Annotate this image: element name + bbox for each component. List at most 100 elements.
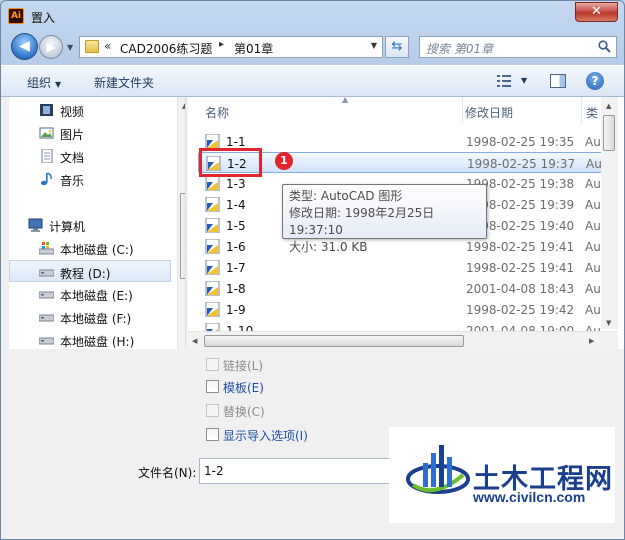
- autocad-file-icon: [205, 218, 220, 233]
- file-date: 1998-02-25 19:35: [466, 135, 575, 149]
- sidebar-item-label: 本地磁盘 (C:): [60, 243, 134, 257]
- file-name: 1-4: [226, 198, 246, 212]
- tooltip-size: 大小: 31.0 KB: [289, 240, 368, 254]
- help-icon[interactable]: ?: [586, 72, 604, 90]
- file-type: Au: [585, 198, 601, 212]
- forward-button[interactable]: ▶: [39, 35, 63, 59]
- file-list-hscrollbar[interactable]: ◀ ▶: [188, 331, 618, 349]
- address-overflow-chevron[interactable]: «: [104, 39, 111, 53]
- new-folder-button[interactable]: 新建文件夹: [94, 74, 154, 91]
- link-label: 链接(L): [223, 359, 264, 373]
- file-type: Au: [585, 303, 601, 317]
- civilcn-logo-icon: [406, 445, 470, 494]
- file-type: Au: [585, 177, 601, 191]
- window-title: 置入: [31, 11, 56, 25]
- checkbox-box[interactable]: [206, 404, 219, 417]
- checkbox-box[interactable]: [206, 358, 219, 371]
- filename-input[interactable]: 1-2: [199, 458, 391, 484]
- replace-label: 替换(C): [223, 405, 265, 419]
- sidebar-item-label: 本地磁盘 (F:): [60, 312, 132, 326]
- drive-icon: [39, 291, 54, 299]
- sidebar-item-documents[interactable]: 文档: [9, 145, 171, 167]
- autocad-file-icon: [205, 239, 220, 254]
- scroll-down-icon[interactable]: ▼: [606, 319, 611, 327]
- search-input[interactable]: 搜索 第01章: [419, 36, 617, 58]
- sidebar-item-videos[interactable]: 视频: [9, 99, 171, 121]
- sidebar-item-label: 音乐: [60, 174, 85, 188]
- template-label: 模板(E): [223, 381, 264, 395]
- recent-locations-dropdown[interactable]: ▼: [67, 43, 73, 52]
- sidebar-item-drive-d[interactable]: 教程 (D:): [9, 260, 171, 282]
- navigation-scrollbar[interactable]: ▲: [177, 97, 185, 349]
- system-drive-icon: [39, 242, 54, 255]
- replace-checkbox[interactable]: 替换(C): [206, 402, 366, 420]
- sidebar-item-drive-e[interactable]: 本地磁盘 (E:): [9, 283, 171, 305]
- breadcrumb-chapter01[interactable]: 第01章: [234, 40, 273, 57]
- organize-label: 组织: [27, 76, 52, 90]
- show-import-options-checkbox[interactable]: 显示导入选项(I): [206, 426, 366, 444]
- sidebar-item-label: 教程 (D:): [60, 267, 111, 281]
- sidebar-item-label: 图片: [60, 128, 85, 142]
- sidebar-item-drive-c[interactable]: 本地磁盘 (C:): [9, 237, 171, 259]
- sidebar-item-drive-f[interactable]: 本地磁盘 (F:): [9, 306, 171, 328]
- scroll-right-icon[interactable]: ▶: [589, 337, 594, 345]
- documents-library-icon: [41, 149, 53, 163]
- back-button[interactable]: ◀: [11, 33, 38, 60]
- column-header-label: 名称: [205, 106, 230, 120]
- address-bar[interactable]: « CAD2006练习题 ▸ 第01章 ▼: [79, 36, 383, 58]
- checkbox-box[interactable]: [206, 380, 219, 393]
- sidebar-item-label: 本地磁盘 (E:): [60, 289, 133, 303]
- file-row[interactable]: 1-7 1998-02-25 19:41 Au: [198, 257, 610, 278]
- scroll-left-icon[interactable]: ◀: [192, 337, 197, 345]
- close-button[interactable]: ✕: [575, 2, 618, 22]
- command-toolbar: 组织 ▼ 新建文件夹 ▼ ?: [1, 65, 624, 97]
- drive-icon: [39, 337, 54, 345]
- refresh-button[interactable]: ⇆: [385, 36, 409, 58]
- annotation-highlight-box: [199, 148, 262, 177]
- template-checkbox[interactable]: 模板(E): [206, 378, 366, 396]
- folder-icon: [85, 40, 99, 53]
- file-row[interactable]: 1-8 2001-04-08 18:43 Au: [198, 278, 610, 299]
- address-dropdown-icon[interactable]: ▼: [371, 41, 377, 50]
- file-row[interactable]: 1-9 1998-02-25 19:42 Au: [198, 299, 610, 320]
- tooltip-type: 类型: AutoCAD 图形: [289, 189, 403, 203]
- view-dropdown-icon[interactable]: ▼: [521, 76, 527, 85]
- navigation-pane: 视频 图片 文档 音乐 计算机 本地磁盘 (C:) 教程 (D:) 本地磁盘 (…: [9, 97, 186, 349]
- file-list-scroll-thumb[interactable]: [603, 115, 615, 151]
- search-icon[interactable]: [598, 40, 611, 53]
- breadcrumb-cad2006[interactable]: CAD2006练习题: [120, 40, 212, 57]
- file-name: 1-3: [226, 177, 246, 191]
- file-list-hscroll-thumb[interactable]: [204, 335, 464, 347]
- file-name: 1-5: [226, 219, 246, 233]
- sidebar-item-pictures[interactable]: 图片: [9, 122, 171, 144]
- checkbox-box[interactable]: [206, 428, 219, 441]
- sidebar-item-computer[interactable]: 计算机: [9, 214, 171, 236]
- file-name: 1-7: [226, 261, 246, 275]
- pictures-library-icon: [39, 127, 54, 139]
- sidebar-item-music[interactable]: 音乐: [9, 168, 171, 190]
- watermark-logo: 土木工程网 www.civilcn.com: [389, 427, 615, 523]
- scroll-up-icon[interactable]: ▲: [182, 102, 185, 110]
- breadcrumb-separator[interactable]: ▸: [219, 39, 224, 50]
- view-options-icon[interactable]: [497, 75, 511, 87]
- drive-icon: [39, 314, 54, 322]
- show-import-options-label: 显示导入选项(I): [223, 429, 308, 443]
- preview-pane-icon[interactable]: [550, 74, 566, 88]
- sidebar-item-label: 计算机: [49, 220, 86, 234]
- scroll-up-icon[interactable]: ▲: [606, 102, 611, 110]
- link-checkbox[interactable]: 链接(L): [206, 356, 366, 374]
- file-date: 1998-02-25 19:41: [466, 240, 575, 254]
- search-placeholder: 搜索 第01章: [426, 42, 494, 56]
- sidebar-item-label: 文档: [60, 151, 85, 165]
- music-library-icon: [41, 172, 52, 186]
- sidebar-item-drive-h[interactable]: 本地磁盘 (H:): [9, 329, 171, 349]
- file-type: Au: [586, 157, 602, 171]
- organize-button[interactable]: 组织 ▼: [27, 74, 61, 91]
- column-header-name[interactable]: 名称 ▲: [205, 97, 463, 123]
- autocad-file-icon: [205, 302, 220, 317]
- column-header-date[interactable]: 修改日期: [465, 97, 582, 123]
- file-name: 1-8: [226, 282, 246, 296]
- file-list-vscrollbar[interactable]: ▲ ▼: [601, 97, 618, 329]
- navigation-scroll-thumb[interactable]: [180, 193, 185, 279]
- sort-ascending-icon: ▲: [342, 97, 349, 104]
